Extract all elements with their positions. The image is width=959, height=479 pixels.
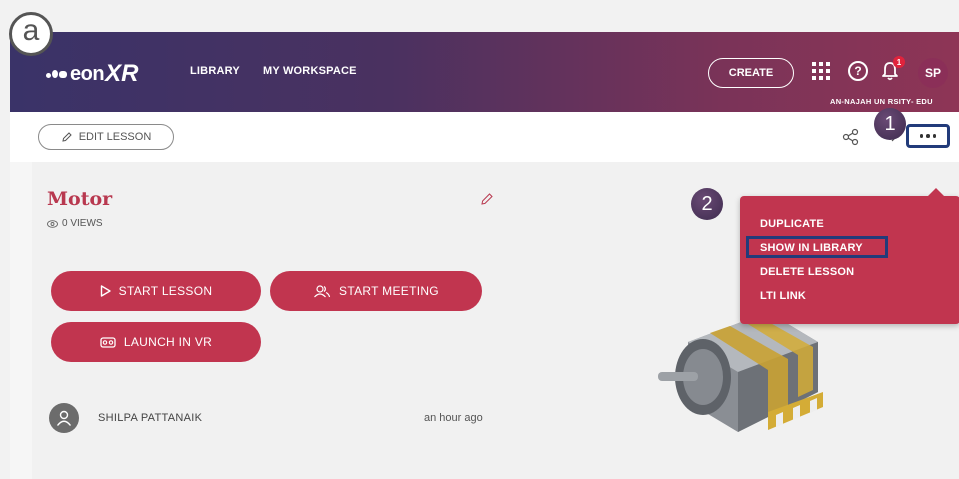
nav-my-workspace-link[interactable]: MY WORKSPACE <box>263 65 357 77</box>
more-dot <box>919 134 924 138</box>
help-icon[interactable]: ? <box>848 61 868 81</box>
start-lesson-button[interactable]: START LESSON <box>51 271 261 311</box>
author-name: SHILPA PATTANAIK <box>98 412 203 424</box>
views-count: 0 VIEWS <box>62 218 103 229</box>
logo-xr-text: XR <box>105 60 139 87</box>
launch-in-vr-label: LAUNCH IN VR <box>123 335 213 349</box>
share-icon[interactable] <box>842 128 860 146</box>
edit-lesson-label: EDIT LESSON <box>78 131 152 143</box>
launch-in-vr-button[interactable]: LAUNCH IN VR <box>51 322 261 362</box>
pencil-icon <box>62 132 72 142</box>
notification-count-badge: 1 <box>893 56 905 68</box>
annotation-marker-a: a <box>9 12 53 56</box>
user-avatar[interactable]: SP <box>918 58 948 88</box>
nav-library-link[interactable]: LIBRARY <box>190 65 240 77</box>
logo-mark-icon <box>46 67 68 81</box>
organization-name: AN-NAJAH UN RSITY- EDU <box>830 97 933 106</box>
top-navigation-bar: eon XR LIBRARY MY WORKSPACE CREATE ? 1 S… <box>10 32 959 112</box>
eonxr-logo[interactable]: eon XR <box>46 60 138 88</box>
more-options-button[interactable] <box>906 124 950 148</box>
menu-item-duplicate[interactable]: DUPLICATE <box>760 218 824 230</box>
menu-item-show-in-library[interactable]: SHOW IN LIBRARY <box>746 236 888 258</box>
author-avatar <box>49 403 79 433</box>
lesson-toolbar: EDIT LESSON <box>10 112 959 162</box>
edit-lesson-button[interactable]: EDIT LESSON <box>38 124 174 150</box>
lesson-views: 0 VIEWS <box>47 218 103 229</box>
annotation-step-2: 2 <box>691 188 723 220</box>
more-options-menu: DUPLICATE SHOW IN LIBRARY DELETE LESSON … <box>740 188 959 324</box>
vr-headset-icon <box>100 336 116 348</box>
menu-item-delete-lesson[interactable]: DELETE LESSON <box>760 266 854 278</box>
apps-grid-icon[interactable] <box>812 62 830 80</box>
menu-item-lti-link[interactable]: LTI LINK <box>760 290 806 302</box>
more-dot <box>926 134 930 138</box>
play-icon <box>100 285 111 297</box>
user-icon <box>56 410 72 426</box>
lesson-title: Motor <box>47 188 113 210</box>
start-meeting-label: START MEETING <box>339 284 439 298</box>
edit-title-pencil-icon[interactable] <box>480 192 494 206</box>
start-lesson-label: START LESSON <box>118 284 213 298</box>
annotation-step-1: 1 <box>874 108 906 140</box>
app-frame: eon XR LIBRARY MY WORKSPACE CREATE ? 1 S… <box>10 32 959 479</box>
logo-text: eon <box>70 62 105 85</box>
eye-icon <box>47 219 58 228</box>
create-button[interactable]: CREATE <box>708 58 794 88</box>
last-modified-time: an hour ago <box>424 412 483 424</box>
start-meeting-button[interactable]: START MEETING <box>270 271 482 311</box>
people-icon <box>314 285 331 298</box>
more-dot <box>932 134 937 138</box>
